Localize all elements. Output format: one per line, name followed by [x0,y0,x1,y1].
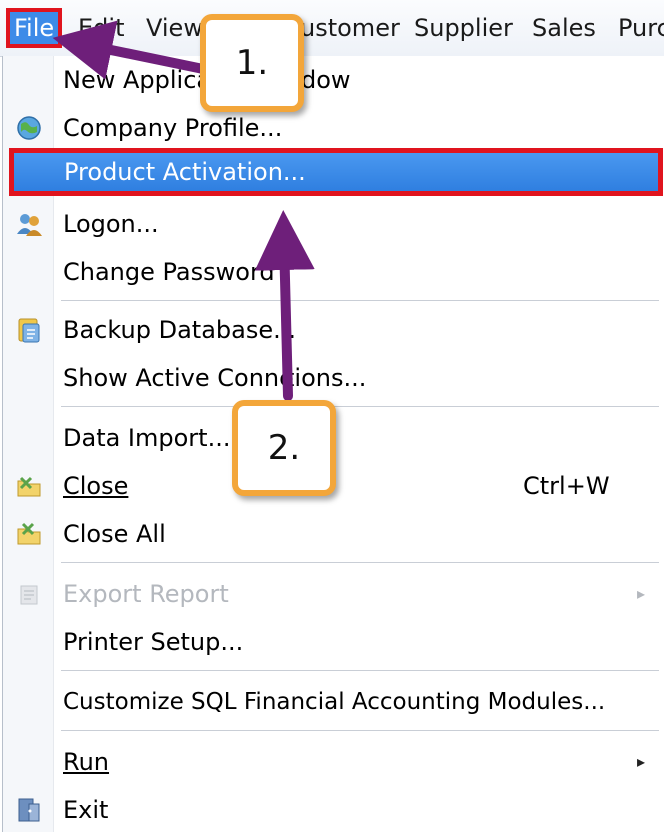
menu-item-run[interactable]: Run ▸ [3,738,664,786]
menu-supplier[interactable]: Supplier [414,8,513,48]
menu-item-export-report: Export Report ▸ [3,570,664,618]
close-all-folder-icon [17,522,41,545]
exit-icon [18,798,40,822]
menu-item-change-password[interactable]: Change Password [3,248,664,296]
menu-item-printer-setup[interactable]: Printer Setup... [3,618,664,666]
menu-item-company-profile[interactable]: Company Profile... [3,104,664,152]
close-folder-icon [17,476,41,497]
menu-item-label: Run [63,748,110,776]
menu-item-label: Logon... [63,210,159,238]
menu-sales[interactable]: Sales [532,8,596,48]
menu-item-label: Change Password [63,258,275,286]
callout-step-2: 2. [232,400,336,496]
menu-item-product-activation[interactable]: Product Activation... [9,148,663,196]
menu-item-exit[interactable]: Exit [3,786,664,834]
menu-item-label: Close All [63,520,166,548]
menu-item-label: Exit [63,796,109,824]
submenu-arrow-icon: ▸ [636,752,645,771]
menu-customer[interactable]: ustomer [300,8,400,48]
menu-item-new-application-window[interactable]: New Applica dow [3,56,664,104]
menu-item-close-all[interactable]: Close All [3,510,664,558]
menu-separator [61,562,659,563]
menu-separator [61,300,659,301]
menu-item-label: Show Active Conne [63,364,294,392]
menu-item-label: New Applica [63,66,212,94]
submenu-arrow-icon: ▸ [636,584,645,603]
menu-item-label: Backup Database... [63,316,297,344]
users-icon [17,214,42,236]
menu-view[interactable]: View [146,8,203,48]
menu-edit[interactable]: Edit [78,8,124,48]
menu-item-label: Export Report [63,580,229,608]
menu-item-label: Data Import... [63,424,231,452]
menu-item-label: Customize SQL Financial Accounting Modul… [63,689,606,715]
menu-bar: File Edit View ustomer Supplier Sales Pu… [0,0,664,57]
menu-item-show-active-connections[interactable]: Show Active Conne tions... [3,354,664,402]
menu-purchase[interactable]: Purc [618,8,664,48]
menu-item-logon[interactable]: Logon... [3,200,664,248]
menu-item-label: Close [63,472,129,500]
shortcut-label: Ctrl+W [523,472,610,500]
menu-item-backup-database[interactable]: Backup Database... [3,306,664,354]
export-icon [20,585,38,605]
menu-separator [61,670,659,671]
menu-separator [61,406,659,407]
menu-file[interactable]: File [6,8,63,48]
globe-icon [17,116,41,140]
menu-item-label: Printer Setup... [63,628,244,656]
menu-item-customize-modules[interactable]: Customize SQL Financial Accounting Modul… [3,678,664,726]
callout-step-1: 1. [200,14,304,112]
menu-item-label: Product Activation... [64,158,306,186]
menu-separator [61,730,659,731]
menu-item-label-tail: tions... [285,364,367,392]
menu-item-label-tail: dow [301,66,351,94]
database-icon [18,318,40,343]
